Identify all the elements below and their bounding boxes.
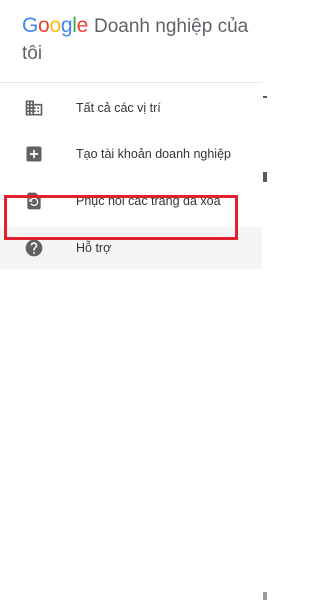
menu-item-restore-deleted-pages[interactable]: Phục hồi các trang đã xóa [0,175,262,227]
edge-mark [263,172,267,182]
drawer-menu: Tất cả các vị trí Tạo tài khoản doanh ng… [0,83,262,269]
menu-item-support[interactable]: Hỗ trợ [0,227,262,269]
menu-item-label: Phục hồi các trang đã xóa [76,194,221,208]
navigation-drawer: Google Doanh nghiệp của tôi Tất cả các vị… [0,0,263,600]
restore-page-icon [24,191,44,211]
google-logo: Google [22,14,88,37]
drawer-header: Google Doanh nghiệp của tôi [0,0,262,83]
app-title-text: Doanh nghiệp của [93,16,249,37]
add-box-icon [24,144,44,164]
page-edge [262,0,267,600]
help-circle-icon [24,238,44,258]
app-title: Google Doanh nghiệp của [22,14,248,39]
menu-item-label: Hỗ trợ [76,241,112,255]
edge-mark [263,96,267,98]
menu-item-create-business-account[interactable]: Tạo tài khoản doanh nghiệp [0,133,262,175]
menu-item-label: Tạo tài khoản doanh nghiệp [76,147,231,161]
menu-item-all-locations[interactable]: Tất cả các vị trí [0,83,262,133]
building-icon [24,98,44,118]
app-title-line2: tôi [22,43,43,64]
edge-mark [263,592,267,600]
menu-item-label: Tất cả các vị trí [76,101,161,115]
